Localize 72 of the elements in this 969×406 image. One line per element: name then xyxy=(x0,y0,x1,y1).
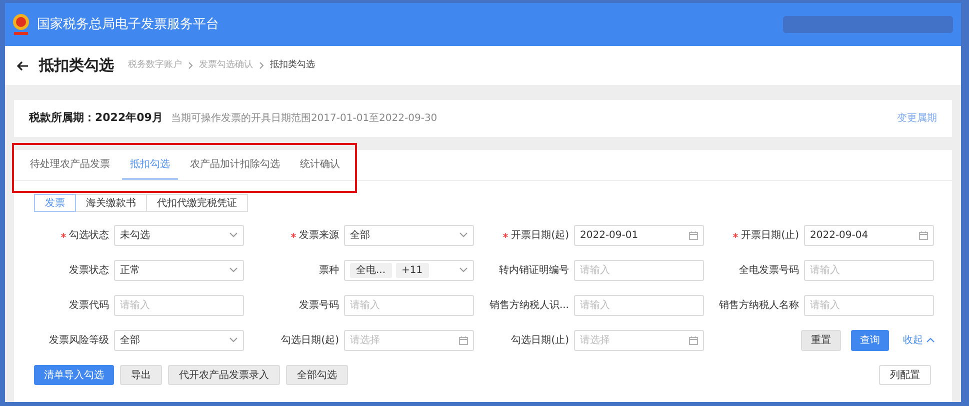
field-value: 2022-09-01 xyxy=(580,228,638,242)
field-value: 正常 xyxy=(120,264,140,278)
select-field[interactable]: 全部 xyxy=(344,224,474,246)
field-placeholder: 请输入 xyxy=(580,264,610,278)
column-config-button[interactable]: 列配置 xyxy=(879,365,931,385)
field-placeholder: 请选择 xyxy=(350,334,380,348)
segment-tab[interactable]: 代扣代缴完税凭证 xyxy=(146,194,248,212)
field-placeholder: 请输入 xyxy=(580,298,610,312)
segment-tab[interactable]: 海关缴款书 xyxy=(75,194,147,212)
back-arrow-icon[interactable] xyxy=(17,60,29,70)
calendar-icon xyxy=(689,336,698,344)
date-field[interactable]: 2022-09-04 xyxy=(804,224,934,246)
page-title: 抵扣类勾选 xyxy=(39,55,114,76)
field-label: 开票日期(起) xyxy=(511,228,569,242)
action-button[interactable]: 全部勾选 xyxy=(286,365,348,385)
field-placeholder: 请选择 xyxy=(580,334,610,348)
collapse-link[interactable]: 收起 xyxy=(903,332,935,348)
field-placeholder: 请输入 xyxy=(120,298,150,312)
field-label: 发票风险等级 xyxy=(49,334,109,348)
chevron-down-icon xyxy=(459,267,468,273)
field-value: 未勾选 xyxy=(120,228,150,242)
action-button[interactable]: 导出 xyxy=(120,365,162,385)
tag-chip: 全电... xyxy=(350,262,392,278)
segment-tab[interactable]: 发票 xyxy=(34,194,76,212)
chevron-up-icon xyxy=(926,337,935,343)
field-label: 发票状态 xyxy=(69,264,109,278)
select-field[interactable]: 正常 xyxy=(114,260,244,280)
field-placeholder: 请输入 xyxy=(810,298,840,312)
chevron-right-icon xyxy=(259,62,264,69)
field-label: 转内销证明编号 xyxy=(499,264,569,278)
action-button[interactable]: 清单导入勾选 xyxy=(34,365,114,385)
calendar-icon xyxy=(919,230,928,240)
field-label: 发票代码 xyxy=(69,298,109,312)
chevron-down-icon xyxy=(459,232,468,238)
field-value: 全部 xyxy=(350,228,370,242)
period-note: 当期可操作发票的开具日期范围2017-01-01至2022-09-30 xyxy=(170,112,438,126)
select-field[interactable]: 全部 xyxy=(114,330,244,350)
field-value: 全部 xyxy=(120,334,140,348)
field-placeholder: 请输入 xyxy=(350,298,380,312)
emblem-logo-icon xyxy=(11,12,31,38)
chevron-down-icon xyxy=(229,337,238,343)
tab[interactable]: 抵扣勾选 xyxy=(122,150,178,180)
select-field[interactable]: 全电... +11 xyxy=(344,260,474,280)
app-title: 国家税务总局电子发票服务平台 xyxy=(37,16,219,34)
field-label: 销售方纳税人名称 xyxy=(719,298,799,312)
select-field[interactable]: 未勾选 xyxy=(114,224,244,246)
reset-button[interactable]: 重置 xyxy=(801,330,841,350)
tag-chip: +11 xyxy=(396,262,429,278)
field-label: 销售方纳税人识... xyxy=(489,298,569,312)
field-label: 勾选状态 xyxy=(69,228,109,242)
field-label: 全电发票号码 xyxy=(739,264,799,278)
field-label: 发票号码 xyxy=(299,298,339,312)
field-label: 票种 xyxy=(319,264,339,278)
field-label: 勾选日期(止) xyxy=(511,334,569,348)
field-label: 发票来源 xyxy=(299,228,339,242)
chevron-down-icon xyxy=(229,267,238,273)
date-field[interactable]: 2022-09-01 xyxy=(574,224,704,246)
chevron-down-icon xyxy=(229,232,238,238)
calendar-icon xyxy=(689,230,698,240)
field-placeholder: 请输入 xyxy=(810,264,840,278)
action-button[interactable]: 代开农产品发票录入 xyxy=(168,365,280,385)
calendar-icon xyxy=(459,336,468,344)
period-label: 税款所属期：2022年09月 xyxy=(29,110,163,126)
field-label: 勾选日期(起) xyxy=(281,334,339,348)
tab[interactable]: 待处理农产品发票 xyxy=(22,150,118,180)
field-label: 开票日期(止) xyxy=(741,228,799,242)
breadcrumb-item: 抵扣类勾选 xyxy=(270,58,315,72)
tab[interactable]: 农产品加计扣除勾选 xyxy=(182,150,288,180)
field-value: 2022-09-04 xyxy=(810,228,868,242)
query-button[interactable]: 查询 xyxy=(851,330,889,350)
tab[interactable]: 统计确认 xyxy=(292,150,348,180)
chevron-right-icon xyxy=(188,62,193,69)
